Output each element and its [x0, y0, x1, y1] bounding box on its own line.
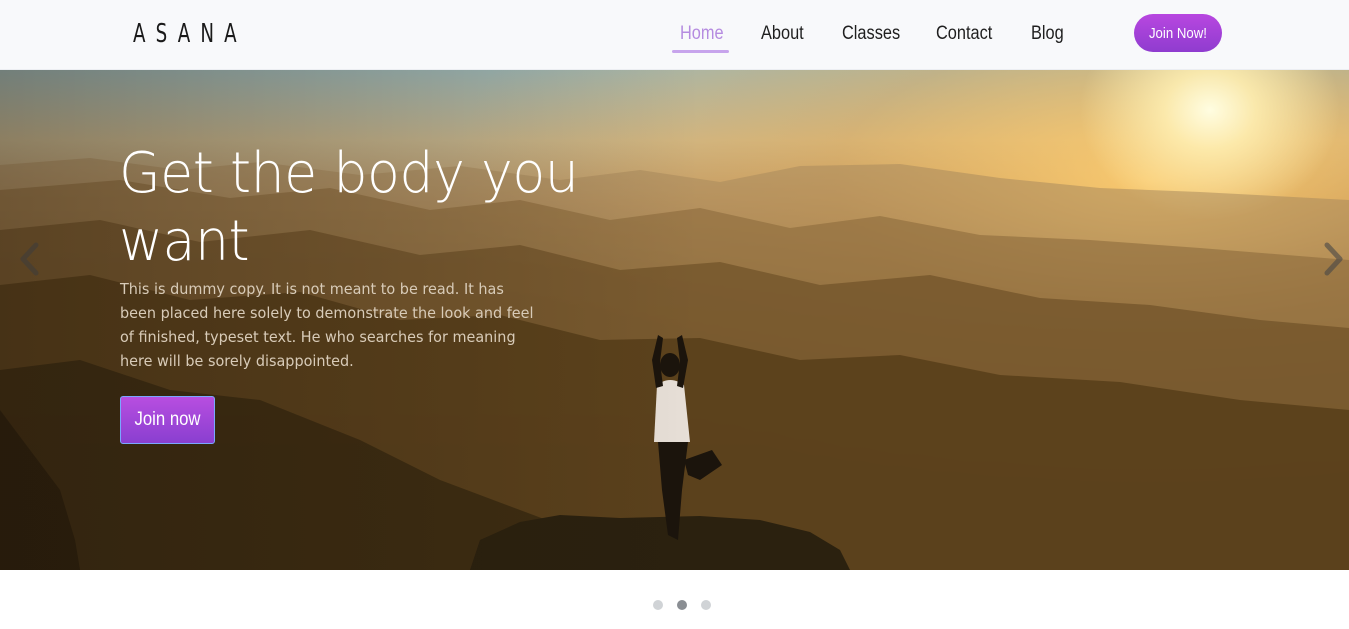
nav-item-classes[interactable]: Classes — [842, 23, 900, 45]
join-now-hero-button[interactable]: Join now — [120, 396, 215, 444]
carousel-indicators — [653, 600, 713, 612]
nav-active-indicator — [672, 50, 729, 53]
hero-description: This is dummy copy. It is not meant to b… — [120, 280, 534, 370]
nav-item-contact[interactable]: Contact — [936, 23, 992, 45]
carousel-dot-3[interactable] — [701, 600, 711, 610]
carousel-dot-1[interactable] — [653, 600, 663, 610]
nav-item-blog[interactable]: Blog — [1031, 23, 1064, 45]
carousel-dot-2[interactable] — [677, 600, 687, 610]
chevron-right-icon — [1324, 242, 1343, 276]
chevron-left-icon — [20, 242, 39, 276]
carousel-next-button[interactable] — [1323, 242, 1347, 282]
site-header: ASANA Home About Classes Contact Blog Jo… — [0, 0, 1349, 70]
nav-item-home[interactable]: Home — [680, 23, 724, 45]
join-now-header-label: Join Now! — [1149, 24, 1207, 42]
join-now-hero-label: Join now — [134, 409, 201, 430]
join-now-header-button[interactable]: Join Now! — [1134, 14, 1222, 52]
nav-item-about[interactable]: About — [761, 23, 804, 45]
hero-carousel: Get the body you want This is dummy copy… — [0, 70, 1349, 570]
hero-title: Get the body you want — [119, 141, 579, 274]
carousel-prev-button[interactable] — [18, 242, 42, 282]
